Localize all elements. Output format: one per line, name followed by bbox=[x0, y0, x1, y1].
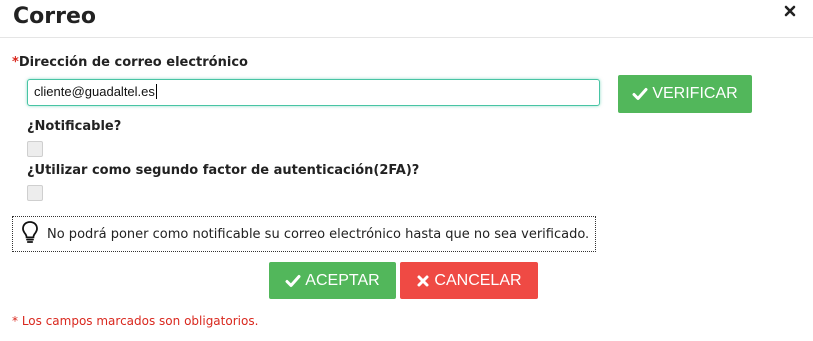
close-icon[interactable] bbox=[783, 4, 797, 18]
accept-button[interactable]: ACEPTAR bbox=[269, 262, 396, 299]
text-cursor bbox=[155, 84, 157, 99]
two-factor-checkbox[interactable] bbox=[27, 185, 43, 201]
email-field[interactable]: cliente@guadaltel.es bbox=[27, 79, 600, 106]
cancel-button[interactable]: CANCELAR bbox=[400, 262, 538, 299]
email-field-value: cliente@guadaltel.es bbox=[34, 84, 155, 99]
x-icon bbox=[416, 274, 430, 288]
notice-text: No podrá poner como notificable su corre… bbox=[47, 226, 590, 242]
notifiable-label: ¿Notificable? bbox=[27, 119, 122, 134]
two-factor-label: ¿Utilizar como segundo factor de autenti… bbox=[27, 163, 420, 178]
verify-button[interactable]: VERIFICAR bbox=[618, 75, 752, 113]
dialog-header: Correo bbox=[0, 0, 813, 38]
notifiable-checkbox[interactable] bbox=[27, 141, 43, 157]
check-icon bbox=[285, 274, 301, 288]
notice-box: No podrá poner como notificable su corre… bbox=[12, 216, 596, 252]
cancel-button-label: CANCELAR bbox=[434, 271, 522, 289]
dialog-title: Correo bbox=[13, 4, 96, 29]
check-icon bbox=[632, 87, 648, 101]
accept-button-label: ACEPTAR bbox=[305, 271, 380, 289]
lightbulb-icon bbox=[21, 220, 39, 248]
email-label-text: Dirección de correo electrónico bbox=[18, 55, 248, 70]
required-mark: * bbox=[12, 55, 19, 70]
required-fields-note: * Los campos marcados son obligatorios. bbox=[12, 314, 259, 328]
email-label: *Dirección de correo electrónico bbox=[12, 55, 248, 70]
verify-button-label: VERIFICAR bbox=[652, 85, 738, 102]
